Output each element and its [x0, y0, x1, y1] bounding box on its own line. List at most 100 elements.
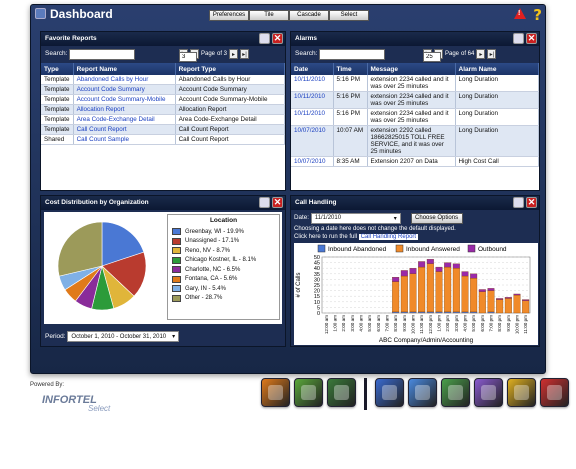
table-row[interactable]: Template Account Code Summary Account Code…: [41, 84, 286, 95]
minimize-icon[interactable]: [259, 33, 270, 44]
col-time[interactable]: Time: [333, 63, 368, 75]
powered-by-label: Powered By:: [30, 382, 65, 388]
cell-type: Template: [41, 124, 74, 135]
minimize-icon[interactable]: [513, 197, 524, 208]
table-row[interactable]: Template Area Code-Exchange Detail Area Co…: [41, 114, 286, 125]
table-row[interactable]: Template Abandoned Calls by Hour Abandoned…: [41, 75, 286, 85]
table-row[interactable]: Template Allocation Report Allocation Repo…: [41, 104, 286, 115]
cell-date[interactable]: 10/11/2010: [291, 108, 334, 126]
alert-icon[interactable]: [540, 378, 569, 407]
col-report-type[interactable]: Report Type: [175, 63, 286, 75]
cell-type: Template: [41, 94, 74, 105]
help-icon[interactable]: ?: [533, 6, 542, 24]
cell-name[interactable]: Account Code Summary-Mobile: [73, 94, 176, 105]
dashboard-icon[interactable]: [375, 378, 404, 407]
table-row[interactable]: Shared Call Count Sample Call Count Report: [41, 134, 286, 145]
gear-icon[interactable]: [408, 378, 437, 407]
table-row[interactable]: Template Account Code Summary-Mobile Accou…: [41, 94, 286, 105]
search-input[interactable]: [319, 49, 385, 60]
cascade-button[interactable]: Cascade: [289, 10, 329, 21]
choose-options-button[interactable]: Choose Options: [410, 213, 463, 224]
bar-segment: [426, 311, 434, 314]
call-handling-report-link[interactable]: Call Handling Report: [358, 234, 419, 240]
pie-chart: [57, 221, 147, 311]
legend-swatch: [172, 275, 181, 283]
cell-name[interactable]: Call Count Sample: [73, 134, 176, 145]
favorite-reports-panel: Favorite Reports ✕ Search: |◂ ◂ Page of …: [40, 31, 286, 191]
cell-name[interactable]: Account Code Summary: [73, 84, 176, 95]
cell-name[interactable]: Abandoned Calls by Hour: [73, 75, 176, 85]
next-page-icon[interactable]: ▸: [476, 49, 486, 59]
cell-name[interactable]: Allocation Report: [73, 104, 176, 115]
x-tick-label: 10:00 am: [411, 315, 416, 334]
cell-rtype: Account Code Summary: [175, 84, 286, 95]
legend-swatch: [172, 266, 181, 274]
cell-time: 10:07 AM: [333, 125, 368, 157]
cell-name[interactable]: Area Code-Exchange Detail: [73, 114, 176, 125]
x-tick-label: 12:00 am: [324, 315, 329, 334]
bar-segment: [470, 278, 478, 313]
date-select[interactable]: 11/1/2010 ▾: [310, 213, 401, 224]
table-row[interactable]: 10/11/2010 5:16 PM extension 2234 called a…: [291, 91, 539, 109]
last-page-icon[interactable]: ▸|: [240, 49, 250, 59]
x-tick-label: 11:00 pm: [523, 315, 528, 334]
bar-segment: [418, 311, 426, 314]
close-icon[interactable]: ✕: [526, 33, 537, 44]
table-row[interactable]: 10/11/2010 5:16 PM extension 2234 called a…: [291, 108, 539, 126]
document-icon[interactable]: [441, 378, 470, 407]
col-message[interactable]: Message: [367, 63, 456, 75]
bar-segment: [470, 311, 478, 314]
call-handling-panel: Call Handling ✕ Date: 11/1/2010 ▾ Choose …: [290, 195, 540, 347]
bar-segment: [470, 273, 478, 279]
table-row[interactable]: 10/07/2010 10:07 AM extension 2292 called …: [291, 125, 539, 157]
x-tick-label: 10:00 pm: [515, 315, 520, 334]
bar-segment: [444, 262, 452, 268]
preferences-button[interactable]: Preferences: [209, 10, 249, 21]
help-icon[interactable]: [507, 378, 536, 407]
map-icon[interactable]: [294, 378, 323, 407]
search-input[interactable]: [69, 49, 135, 60]
col-date[interactable]: Date: [291, 63, 334, 75]
cell-rtype: Call Count Report: [175, 124, 286, 135]
table-row[interactable]: 10/11/2010 5:16 PM extension 2234 called a…: [291, 75, 539, 92]
warning-icon[interactable]: !: [514, 8, 526, 19]
page-input[interactable]: [423, 52, 441, 62]
y-tick-label: 35: [314, 272, 320, 278]
table-row[interactable]: 10/07/2010 8:35 AM Extension 2207 on Data H…: [291, 156, 539, 167]
minimize-icon[interactable]: [513, 33, 524, 44]
cell-rtype: Allocation Report: [175, 104, 286, 115]
cell-rtype: Abandoned Calls by Hour: [175, 75, 286, 85]
col-type[interactable]: Type: [41, 63, 74, 75]
cell-message: Extension 2207 on Data: [367, 156, 456, 167]
cell-name[interactable]: Call Count Report: [73, 124, 176, 135]
cell-date[interactable]: 10/07/2010: [291, 156, 334, 167]
bar-chart-icon[interactable]: [327, 378, 356, 407]
legend-swatch: [317, 244, 326, 253]
cell-date[interactable]: 10/07/2010: [291, 125, 334, 157]
cell-rtype: Call Count Report: [175, 134, 286, 145]
select-button[interactable]: Select: [329, 10, 369, 21]
minimize-icon[interactable]: [259, 197, 270, 208]
table-row[interactable]: Template Call Count Report Call Count Repo…: [41, 124, 286, 135]
tile-button[interactable]: Tile: [249, 10, 289, 21]
note-text: Choosing a date here does not change the…: [294, 226, 456, 232]
y-tick-label: 5: [317, 305, 320, 311]
users-icon[interactable]: [261, 378, 290, 407]
y-tick-label: 45: [314, 261, 320, 267]
legend-swatch: [172, 247, 181, 255]
x-tick-label: 12:00 pm: [428, 315, 433, 334]
close-icon[interactable]: ✕: [272, 33, 283, 44]
col-report-name[interactable]: Report Name: [73, 63, 176, 75]
cell-date[interactable]: 10/11/2010: [291, 91, 334, 109]
next-page-icon[interactable]: ▸: [229, 49, 239, 59]
calendar-icon[interactable]: [474, 378, 503, 407]
page-input[interactable]: [179, 52, 197, 62]
period-select[interactable]: October 1, 2010 - October 31, 2010 ▾: [67, 331, 180, 342]
close-icon[interactable]: ✕: [526, 197, 537, 208]
last-page-icon[interactable]: ▸|: [487, 49, 497, 59]
col-alarm-name[interactable]: Alarm Name: [455, 63, 539, 75]
bar-segment: [478, 291, 486, 314]
close-icon[interactable]: ✕: [272, 197, 283, 208]
x-tick-label: 5:00 pm: [471, 315, 476, 332]
cell-date[interactable]: 10/11/2010: [291, 75, 334, 92]
